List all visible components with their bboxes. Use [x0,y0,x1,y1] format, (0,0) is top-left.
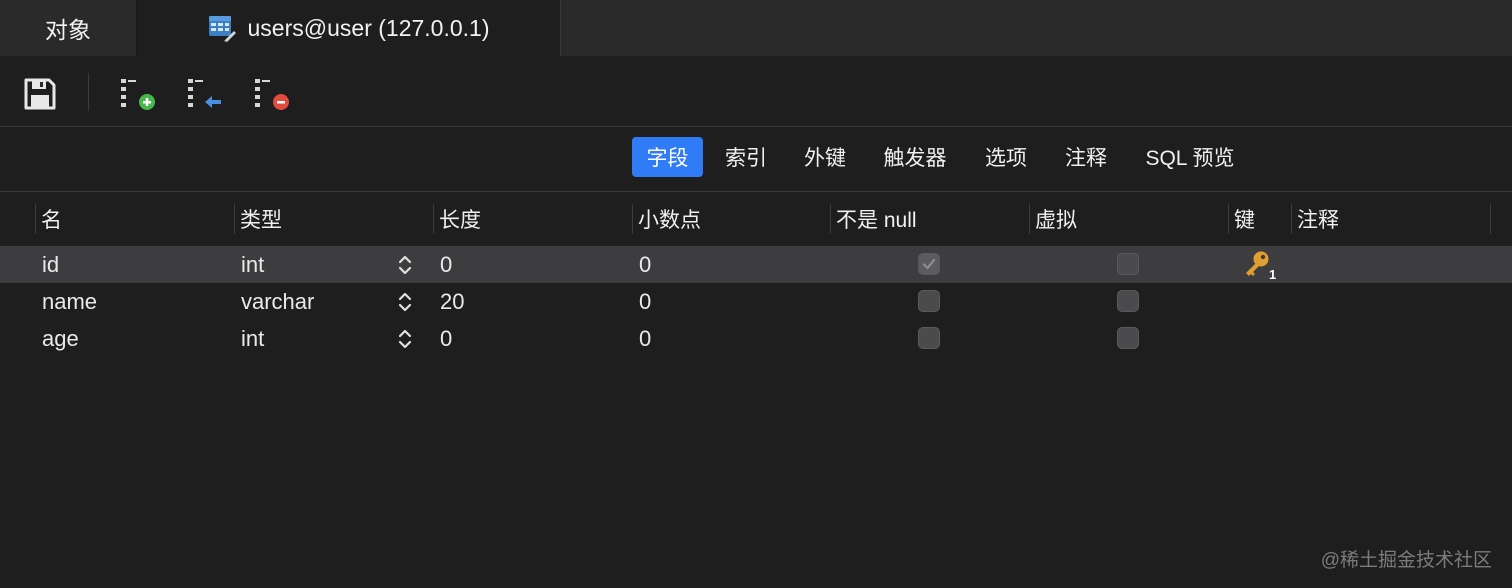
design-subtabs: 字段 索引 外键 触发器 选项 注释 SQL 预览 [0,127,1512,191]
primary-key-icon: 1 [1246,251,1276,281]
column-header-length[interactable]: 长度 [434,192,632,246]
field-type-cell[interactable]: int [241,320,264,357]
not-null-checkbox[interactable] [918,253,940,275]
field-length-cell[interactable]: 0 [440,246,452,283]
column-header-virtual[interactable]: 虚拟 [1030,192,1228,246]
subtab-indexes[interactable]: 索引 [712,137,780,177]
field-type-cell[interactable]: varchar [241,283,314,320]
checkmark-icon [922,258,936,270]
column-header-name[interactable]: 名 [36,192,234,246]
save-icon [24,78,56,110]
table-icon [208,14,236,42]
save-button[interactable] [20,74,60,114]
subtab-fields[interactable]: 字段 [632,137,703,177]
type-select-chevron-icon[interactable] [395,320,415,357]
field-name-cell[interactable]: id [42,246,59,283]
field-name-cell[interactable]: age [42,320,79,357]
column-separator [1490,204,1491,234]
virtual-checkbox[interactable] [1117,253,1139,275]
insert-field-button[interactable] [185,74,225,114]
toolbar-separator [88,73,89,111]
delete-field-button[interactable] [252,74,292,114]
tab-objects-label: 对象 [45,17,91,43]
field-name-cell[interactable]: name [42,283,97,320]
table-row[interactable]: name varchar 20 0 [0,283,1512,320]
virtual-checkbox[interactable] [1117,290,1139,312]
add-field-icon [121,79,155,110]
key-order-label: 1 [1269,267,1276,281]
field-type-cell[interactable]: int [241,246,264,283]
tab-table-label: users@user (127.0.0.1) [247,14,490,41]
subtab-comment[interactable]: 注释 [1052,137,1120,177]
column-header-comment[interactable]: 注释 [1292,192,1490,246]
not-null-checkbox[interactable] [918,290,940,312]
table-row[interactable]: id int 0 0 1 [0,246,1512,283]
fields-grid-header: 名 类型 长度 小数点 不是 null 虚拟 键 注释 [0,192,1512,246]
column-header-not-null[interactable]: 不是 null [831,192,1029,246]
watermark: @稀土掘金技术社区 [1320,550,1492,571]
column-header-key[interactable]: 键 [1229,192,1291,246]
column-header-decimals[interactable]: 小数点 [633,192,830,246]
subtab-triggers[interactable]: 触发器 [870,137,960,177]
virtual-checkbox[interactable] [1117,327,1139,349]
field-decimals-cell[interactable]: 0 [639,246,651,283]
tab-objects[interactable]: 对象 [0,0,137,56]
table-row[interactable]: age int 0 0 [0,320,1512,357]
type-select-chevron-icon[interactable] [395,246,415,283]
field-length-cell[interactable]: 20 [440,283,464,320]
tab-table-design[interactable]: users@user (127.0.0.1) [137,0,561,56]
field-decimals-cell[interactable]: 0 [639,283,651,320]
delete-field-icon [255,79,289,110]
subtab-foreign-keys[interactable]: 外键 [790,137,860,177]
field-decimals-cell[interactable]: 0 [639,320,651,357]
subtab-options[interactable]: 选项 [972,137,1040,177]
column-header-type[interactable]: 类型 [235,192,433,246]
not-null-checkbox[interactable] [918,327,940,349]
type-select-chevron-icon[interactable] [395,283,415,320]
insert-field-icon [188,79,221,108]
tab-bar: 对象 users@user (127.0.0.1) [0,0,1512,56]
subtab-sql-preview[interactable]: SQL 预览 [1132,137,1248,177]
field-length-cell[interactable]: 0 [440,320,452,357]
add-field-button[interactable] [118,74,158,114]
toolbar [0,56,1512,126]
